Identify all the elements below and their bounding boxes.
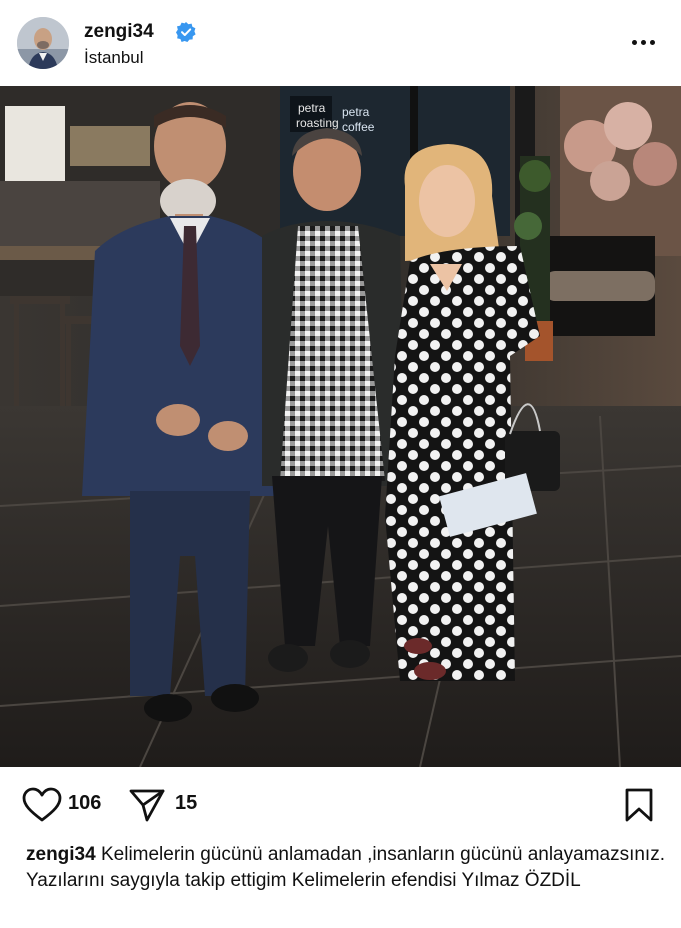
caption-username[interactable]: zengi34 bbox=[26, 844, 96, 865]
sign-text: petra bbox=[342, 105, 370, 119]
bookmark-icon[interactable] bbox=[622, 787, 656, 823]
username[interactable]: zengi34 bbox=[84, 21, 154, 43]
post-actions: 106 15 bbox=[0, 767, 681, 847]
sign-text: petra bbox=[298, 101, 326, 115]
send-icon[interactable] bbox=[128, 787, 166, 823]
caption-text: Kelimelerin gücünü anlamadan ,insanların… bbox=[26, 844, 665, 891]
post-header: zengi34 İstanbul bbox=[0, 0, 681, 86]
sign-text: coffee bbox=[342, 120, 375, 134]
post-location[interactable]: İstanbul bbox=[84, 48, 144, 68]
heart-icon[interactable] bbox=[22, 787, 62, 823]
post-caption: zengi34 Kelimelerin gücünü anlamadan ,in… bbox=[26, 842, 666, 894]
avatar[interactable] bbox=[17, 17, 69, 69]
share-count[interactable]: 15 bbox=[175, 792, 197, 815]
post-photo[interactable]: petra roasting petra coffee bbox=[0, 86, 681, 767]
sign-text: roasting bbox=[296, 116, 339, 130]
verified-badge-icon bbox=[176, 22, 196, 42]
more-options-icon[interactable] bbox=[632, 34, 660, 50]
like-count[interactable]: 106 bbox=[68, 792, 101, 815]
